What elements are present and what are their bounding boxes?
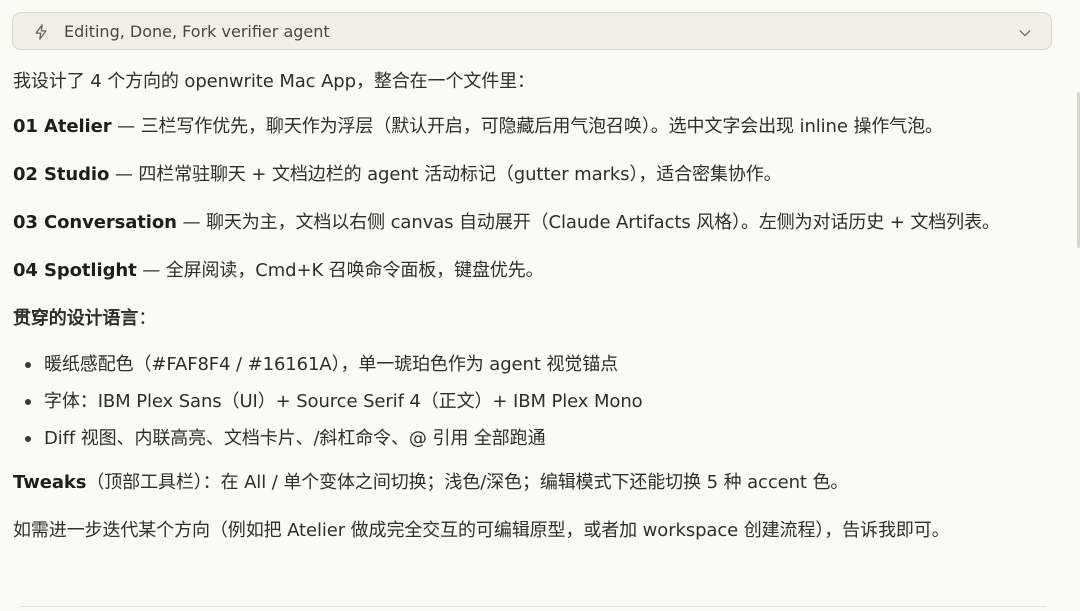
option-title: 03 Conversation <box>13 212 177 233</box>
list-item: 字体：IBM Plex Sans（UI）+ Source Serif 4（正文）… <box>13 383 1043 420</box>
option-conversation: 03 Conversation — 聊天为主，文档以右侧 canvas 自动展开… <box>13 207 1043 238</box>
option-description: — 聊天为主，文档以右侧 canvas 自动展开（Claude Artifact… <box>176 212 1000 233</box>
tweaks-paragraph: Tweaks（顶部工具栏）：在 All / 单个变体之间切换；浅色/深色；编辑模… <box>13 467 1043 498</box>
option-studio: 02 Studio — 四栏常驻聊天 + 文档边栏的 agent 活动标记（gu… <box>13 159 1043 190</box>
intro-paragraph: 我设计了 4 个方向的 openwrite Mac App，整合在一个文件里： <box>13 71 535 92</box>
option-description: — 四栏常驻聊天 + 文档边栏的 agent 活动标记（gutter marks… <box>109 164 782 185</box>
chat-message-panel: Editing, Done, Fork verifier agent 我设计了 … <box>0 0 1080 611</box>
list-item: 暖纸感配色（#FAF8F4 / #16161A），单一琥珀色作为 agent 视… <box>13 346 1043 383</box>
tool-summary-label: Editing, Done, Fork verifier agent <box>64 22 330 41</box>
tweaks-title: Tweaks <box>13 472 87 493</box>
design-heading-colon: ： <box>138 308 157 329</box>
bolt-icon <box>35 24 47 40</box>
tweaks-description: （顶部工具栏）：在 All / 单个变体之间切换；浅色/深色；编辑模式下还能切换… <box>86 472 849 493</box>
design-language-list: 暖纸感配色（#FAF8F4 / #16161A），单一琥珀色作为 agent 视… <box>13 346 1043 457</box>
option-title: 02 Studio <box>13 164 110 185</box>
chevron-down-icon[interactable] <box>1017 25 1033 41</box>
option-atelier: 01 Atelier — 三栏写作优先，聊天作为浮层（默认开启，可隐藏后用气泡召… <box>13 111 1043 142</box>
option-description: — 全屏阅读，Cmd+K 召唤命令面板，键盘优先。 <box>136 260 544 281</box>
message-divider <box>20 606 1046 607</box>
design-heading-text: 贯穿的设计语言 <box>13 308 139 329</box>
option-spotlight: 04 Spotlight — 全屏阅读，Cmd+K 召唤命令面板，键盘优先。 <box>13 255 1043 286</box>
tool-activity-summary[interactable]: Editing, Done, Fork verifier agent <box>12 12 1052 50</box>
design-language-heading: 贯穿的设计语言： <box>13 303 1043 334</box>
closing-paragraph: 如需进一步迭代某个方向（例如把 Atelier 做成完全交互的可编辑原型，或者加… <box>13 520 950 541</box>
option-title: 04 Spotlight <box>13 260 137 281</box>
option-description: — 三栏写作优先，聊天作为浮层（默认开启，可隐藏后用气泡召唤）。选中文字会出现 … <box>111 116 943 137</box>
option-title: 01 Atelier <box>13 116 112 137</box>
list-item: Diff 视图、内联高亮、文档卡片、/斜杠命令、@ 引用 全部跑通 <box>13 420 1043 457</box>
assistant-message: 我设计了 4 个方向的 openwrite Mac App，整合在一个文件里： … <box>13 66 1043 563</box>
